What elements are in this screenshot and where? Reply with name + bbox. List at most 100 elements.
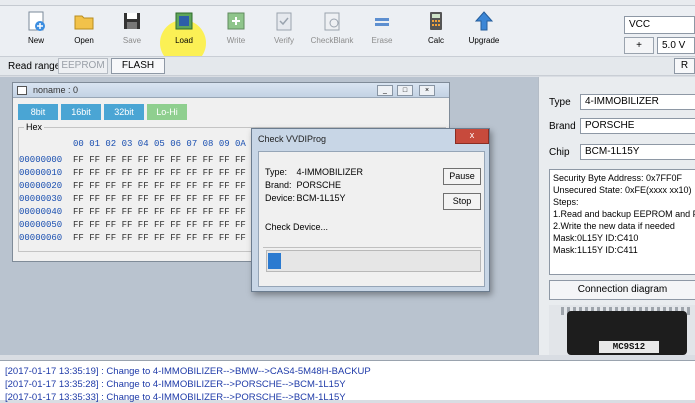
save-button[interactable]: Save <box>108 10 156 54</box>
notes-line: Steps: <box>553 197 579 207</box>
hex-row-address: 00000020 <box>19 181 63 191</box>
hex-row: 00000040 FF FF FF FF FF FF FF FF FF FF FF <box>19 207 246 219</box>
close-icon[interactable]: × <box>419 85 435 96</box>
chip-info-panel: Type 4-IMMOBILIZER Brand PORSCHE Chip BC… <box>538 77 695 355</box>
notes-line: 1.Read and backup EEPROM and FLASH <box>553 209 695 219</box>
chip-notes: Security Byte Address: 0x7FF0F Unsecured… <box>549 169 695 275</box>
dialog-type-key: Type: <box>265 167 288 177</box>
dialog-status: Check Device... <box>265 222 329 232</box>
log-entry: [2017-01-17 13:35:33] : Change to 4-IMMO… <box>5 392 346 403</box>
hex-row-address: 00000000 <box>19 155 63 165</box>
notes-line: Unsecured State: 0xFE(xxxx xx10) <box>553 185 692 195</box>
close-icon[interactable]: x <box>455 129 489 144</box>
upgrade-label: Upgrade <box>468 36 500 45</box>
hex-row-bytes: FF FF FF FF FF FF FF FF FF FF FF <box>73 181 246 191</box>
write-label: Write <box>226 36 246 45</box>
eeprom-button[interactable]: EEPROM <box>58 58 108 74</box>
hex-window-titlebar[interactable]: noname : 0 _ □ × <box>13 83 449 98</box>
flash-button[interactable]: FLASH <box>111 58 165 74</box>
verify-icon <box>273 10 295 32</box>
new-button[interactable]: New <box>12 10 60 54</box>
new-file-icon <box>25 10 47 32</box>
hex-row-bytes: FF FF FF FF FF FF FF FF FF FF FF <box>73 220 246 230</box>
hex-row: 00000010 FF FF FF FF FF FF FF FF FF FF FF <box>19 168 246 180</box>
load-label: Load <box>175 36 193 45</box>
verify-label: Verify <box>273 36 294 45</box>
chip-marking: MC9S12 <box>599 341 659 353</box>
hex-row-bytes: FF FF FF FF FF FF FF FF FF FF FF <box>73 155 246 165</box>
read-range-bar: Read range EEPROM FLASH R <box>0 56 695 76</box>
upgrade-button[interactable]: Upgrade <box>460 10 508 54</box>
document-icon <box>17 86 27 95</box>
new-label: New <box>27 36 44 45</box>
hex-row: 00000030 FF FF FF FF FF FF FF FF FF FF FF <box>19 194 246 206</box>
log-entry: [2017-01-17 13:35:28] : Change to 4-IMMO… <box>5 379 346 390</box>
voltage-field[interactable]: 5.0 V <box>657 37 695 54</box>
range-right-button[interactable]: R <box>674 58 695 74</box>
calc-label: Calc <box>427 36 444 45</box>
hex-row-address: 00000030 <box>19 194 63 204</box>
dialog-separator <box>263 247 481 248</box>
upgrade-arrow-icon <box>473 10 495 32</box>
dialog-brand-value: PORSCHE <box>296 180 342 190</box>
calculator-icon <box>425 10 447 32</box>
toolbar: New Open Save Load Write Verify CheckBla… <box>0 6 695 66</box>
32bit-button[interactable]: 32bit <box>104 104 144 120</box>
dialog-device-key: Device: <box>265 193 296 203</box>
dialog-brand-line: Brand: PORSCHE <box>265 180 341 190</box>
chip-label: Chip <box>549 147 570 158</box>
dialog-type-line: Type: 4-IMMOBILIZER <box>265 167 363 177</box>
write-button[interactable]: Write <box>212 10 260 54</box>
notes-line: 2.Write the new data if needed <box>553 221 675 231</box>
dialog-type-value: 4-IMMOBILIZER <box>296 167 364 177</box>
hex-row: 00000060 FF FF FF FF FF FF FF FF FF FF FF <box>19 233 246 245</box>
hex-row-bytes: FF FF FF FF FF FF FF FF FF FF FF <box>73 233 246 243</box>
pause-button[interactable]: Pause <box>443 168 481 185</box>
hex-row-bytes: FF FF FF FF FF FF FF FF FF FF FF <box>73 194 246 204</box>
chip-field[interactable]: BCM-1L15Y <box>580 144 695 160</box>
brand-label: Brand <box>549 121 576 132</box>
dialog-brand-key: Brand: <box>265 180 292 190</box>
erase-icon <box>371 10 393 32</box>
chip-photo: MC9S12 <box>549 305 695 355</box>
hex-row-bytes: FF FF FF FF FF FF FF FF FF FF FF <box>73 168 246 178</box>
brand-field[interactable]: PORSCHE <box>580 118 695 134</box>
hex-row: 00000020 FF FF FF FF FF FF FF FF FF FF FF <box>19 181 246 193</box>
restore-icon[interactable]: □ <box>397 85 413 96</box>
hex-row: 00000000 FF FF FF FF FF FF FF FF FF FF FF <box>19 155 246 167</box>
erase-button[interactable]: Erase <box>358 10 406 54</box>
notes-line: Mask:1L15Y ID:C411 <box>553 245 638 255</box>
8bit-button[interactable]: 8bit <box>18 104 58 120</box>
voltage-plus-button[interactable]: + <box>624 37 654 54</box>
progress-fill <box>268 253 281 269</box>
log-entry: [2017-01-17 13:35:19] : Change to 4-IMMO… <box>5 366 371 377</box>
hex-window-title: noname : 0 <box>33 85 79 95</box>
type-field[interactable]: 4-IMMOBILIZER <box>580 94 695 110</box>
minimize-icon[interactable]: _ <box>377 85 393 96</box>
16bit-button[interactable]: 16bit <box>61 104 101 120</box>
progress-bar <box>266 250 481 272</box>
folder-open-icon <box>73 10 95 32</box>
connection-diagram-button[interactable]: Connection diagram <box>549 280 695 300</box>
check-blank-label: CheckBlank <box>310 36 354 45</box>
save-label: Save <box>122 36 142 45</box>
write-chip-icon <box>225 10 247 32</box>
load-button[interactable]: Load <box>160 10 208 54</box>
hex-row-address: 00000040 <box>19 207 63 217</box>
vcc-select[interactable]: VCC <box>624 16 695 34</box>
hex-group-label: Hex <box>24 122 45 132</box>
dialog-device-value: BCM-1L15Y <box>296 193 346 203</box>
hex-row-address: 00000050 <box>19 220 63 230</box>
log-text: Change to 4-IMMOBILIZER-->BMW-->CAS4-5M4… <box>106 366 371 377</box>
hex-column-header: 00 01 02 03 04 05 06 07 08 09 0A <box>73 139 246 149</box>
log-panel: [2017-01-17 13:35:19] : Change to 4-IMMO… <box>0 360 695 403</box>
lo-hi-button[interactable]: Lo-Hi <box>147 104 187 120</box>
stop-button[interactable]: Stop <box>443 193 481 210</box>
check-blank-button[interactable]: CheckBlank <box>308 10 356 54</box>
hex-row-address: 00000010 <box>19 168 63 178</box>
calc-button[interactable]: Calc <box>412 10 460 54</box>
hex-row-address: 00000060 <box>19 233 63 243</box>
log-time: [2017-01-17 13:35:19] <box>5 366 99 377</box>
verify-button[interactable]: Verify <box>260 10 308 54</box>
open-button[interactable]: Open <box>60 10 108 54</box>
